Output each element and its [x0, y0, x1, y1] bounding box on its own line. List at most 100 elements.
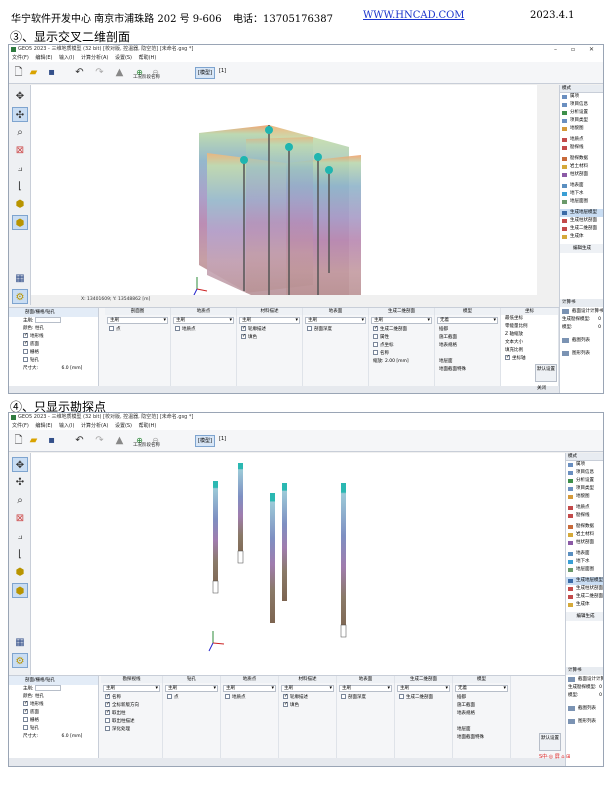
size-value-2[interactable]: 6.0: [61, 734, 68, 739]
model-select-2[interactable]: 无着: [455, 685, 508, 692]
model-select[interactable]: 无着: [437, 317, 498, 324]
rotate-icon[interactable]: ✣: [12, 107, 28, 122]
mode-item-properties-2[interactable]: 属项: [566, 461, 603, 469]
close-panel-button[interactable]: 关闭: [537, 385, 546, 393]
save-icon-2[interactable]: ▪: [45, 434, 58, 447]
terrain-line-checkbox[interactable]: [23, 333, 28, 338]
main-brush-select-2[interactable]: [34, 685, 61, 691]
sl-deep-checkbox[interactable]: [105, 726, 110, 731]
axes-checkbox[interactable]: [505, 355, 510, 360]
default-settings-button-2[interactable]: 默认设置: [539, 733, 561, 751]
terrain-line-checkbox-2[interactable]: [23, 701, 28, 706]
model-opt-1[interactable]: 插都: [435, 326, 500, 334]
menu-settings-2[interactable]: 设置(S): [115, 423, 132, 429]
mode-item-generate-solid-2[interactable]: 生成体: [566, 601, 603, 609]
menu-help-2[interactable]: 帮助(H): [139, 423, 157, 429]
borehole-checkbox-2[interactable]: [23, 725, 28, 730]
model-opt-5-2[interactable]: 地面截面特殊: [453, 734, 510, 742]
mode-item-survey-data[interactable]: 勘探数据: [560, 155, 603, 163]
borehole-select[interactable]: 主刷: [165, 685, 218, 692]
table-icon[interactable]: ▦: [12, 271, 28, 286]
mode-item-column-profile[interactable]: 柱状剖面: [560, 171, 603, 179]
mode-item-soil-materials-2[interactable]: 岩土材料: [566, 531, 603, 539]
mode-tab-2[interactable]: [模型]: [195, 435, 215, 447]
zoom-icon[interactable]: ⌕: [12, 125, 28, 140]
mode-item-column-profile-2[interactable]: 柱状剖面: [566, 539, 603, 547]
menu-file[interactable]: 文件(F): [12, 55, 29, 61]
bh-point-checkbox[interactable]: [167, 694, 172, 699]
point-checkbox[interactable]: [109, 326, 114, 331]
surface-select[interactable]: 主刷: [305, 317, 366, 324]
geo-point-checkbox[interactable]: [175, 326, 180, 331]
axes-icon-2[interactable]: ⟓: [12, 529, 28, 544]
edit-generate-button-2[interactable]: 编辑生成: [566, 612, 603, 621]
outline-desc-checkbox[interactable]: [241, 326, 246, 331]
terrain-icon[interactable]: ▲: [113, 66, 126, 79]
model-opt-3-2[interactable]: 地表规格: [453, 710, 510, 718]
axis-corner-icon[interactable]: ⌊: [12, 179, 28, 194]
mode-item-project-type[interactable]: 项目类型: [560, 117, 603, 125]
mode-item-layer-surface[interactable]: 地层面图: [560, 198, 603, 206]
view-solid-icon[interactable]: ⬢: [12, 215, 28, 230]
sl-dir-checkbox[interactable]: [105, 702, 110, 707]
axis-corner-icon-2[interactable]: ⌊: [12, 547, 28, 562]
mode-item-analysis-settings[interactable]: 分析设置: [560, 109, 603, 117]
mode-item-geo-points[interactable]: 地质点: [560, 136, 603, 144]
screenshot-list-button[interactable]: 截图列表: [560, 336, 603, 345]
model-opt-4[interactable]: 地层面: [435, 358, 500, 366]
rotate-icon-2[interactable]: ✣: [12, 475, 28, 490]
model-3d-view[interactable]: X: 13401609; Y: 13548862 [m]: [31, 85, 537, 311]
redo-icon[interactable]: ↷: [93, 66, 106, 79]
section-view-select[interactable]: 主刷: [107, 317, 168, 324]
undo-icon-2[interactable]: ↶: [73, 434, 86, 447]
mode-item-groundwater[interactable]: 地下水: [560, 190, 603, 198]
mode-item-properties[interactable]: 属项: [560, 93, 603, 101]
attribute-checkbox[interactable]: [373, 334, 378, 339]
color-value[interactable]: 柱孔: [35, 326, 44, 331]
mode-item-landform-map[interactable]: 地貌图: [560, 125, 603, 133]
model-opt-2-2[interactable]: 施工截面: [453, 702, 510, 710]
minimize-button[interactable]: –: [554, 45, 557, 54]
zoom-window-icon-2[interactable]: ⊠: [12, 511, 28, 526]
mode-item-geo-points-2[interactable]: 地质点: [566, 504, 603, 512]
model-3d-view-2[interactable]: [31, 453, 565, 675]
outline-desc-checkbox-2[interactable]: [283, 694, 288, 699]
settings-gear-icon-2[interactable]: ⚙: [12, 653, 28, 668]
mode-tab[interactable]: [模型]: [195, 67, 215, 79]
menu-input[interactable]: 输入(I): [59, 55, 74, 61]
save-icon[interactable]: ▪: [45, 66, 58, 79]
table-icon-2[interactable]: ▦: [12, 635, 28, 650]
model-opt-3[interactable]: 地表规格: [435, 342, 500, 350]
fill-color-checkbox-2[interactable]: [283, 702, 288, 707]
scale-field[interactable]: 缩放: 2.00 [mm]: [369, 358, 434, 366]
menu-analysis-2[interactable]: 计算分析(A): [81, 423, 108, 429]
axes-opt-3[interactable]: Z 轴缩放: [501, 331, 558, 339]
grid-checkbox-2[interactable]: [23, 717, 28, 722]
generate-2d-select[interactable]: 主刷: [371, 317, 432, 324]
mode-item-generate-model-2[interactable]: 生成地层模型: [566, 577, 603, 585]
sl-core-desc-checkbox[interactable]: [105, 718, 110, 723]
axes-opt-2[interactable]: 零能量比例: [501, 323, 558, 331]
menu-file-2[interactable]: 文件(F): [12, 423, 29, 429]
section-report-button-2[interactable]: 截面设计计算书: [566, 675, 603, 684]
view-3d-icon[interactable]: ⬢: [12, 197, 28, 212]
material-select[interactable]: 主刷: [239, 317, 300, 324]
mode-item-project-info[interactable]: 项目信息: [560, 101, 603, 109]
axes-opt-4[interactable]: 文本大小: [501, 339, 558, 347]
mode-item-survey-lines[interactable]: 勘探线: [560, 144, 603, 152]
default-settings-button[interactable]: 默认设置: [535, 364, 557, 382]
geo-point-select-2[interactable]: 主刷: [223, 685, 276, 692]
mode-item-generate-model[interactable]: 生成地层模型: [560, 209, 603, 217]
ime-toolbar[interactable]: S中·◎ 屏 ⌂ ⊞: [539, 753, 570, 760]
open-folder-icon-2[interactable]: ▰: [27, 434, 40, 447]
screenshot-list-button-2[interactable]: 截图列表: [566, 704, 603, 713]
close-window-button[interactable]: ✕: [589, 45, 594, 54]
menu-edit[interactable]: 编辑(E): [35, 55, 52, 61]
sl-core-checkbox[interactable]: [105, 710, 110, 715]
bottom-face-checkbox[interactable]: [23, 341, 28, 346]
grid-checkbox[interactable]: [23, 349, 28, 354]
mode-item-survey-lines-2[interactable]: 勘探线: [566, 512, 603, 520]
mode-item-generate-column[interactable]: 生成柱状剖面: [560, 217, 603, 225]
redo-icon-2[interactable]: ↷: [93, 434, 106, 447]
mode-item-surface[interactable]: 地表面: [560, 182, 603, 190]
